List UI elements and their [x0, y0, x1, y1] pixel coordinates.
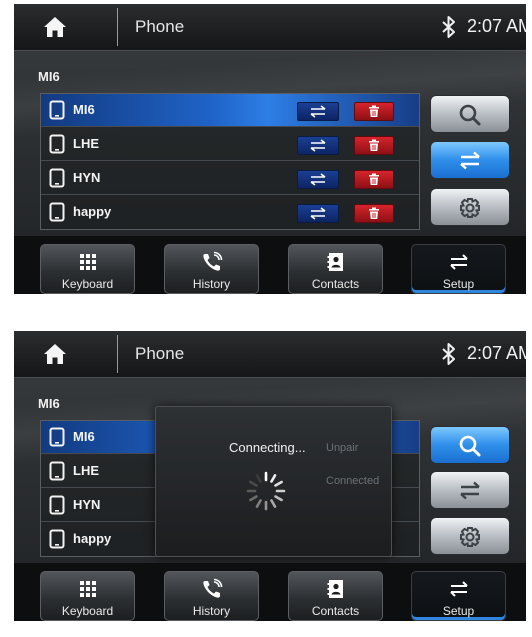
status-bar: Phone 2:07 AM [14, 331, 526, 378]
tab-label: Setup [442, 277, 475, 291]
phone-setup-screen: Phone 2:07 AM MI6 MI6 LHE HYN happy Keyb… [14, 4, 526, 294]
transfer-icon [460, 481, 480, 500]
device-label: MI6 [73, 429, 95, 444]
phone-icon [49, 168, 65, 188]
delete-button[interactable] [354, 102, 394, 121]
phone-icon [49, 495, 65, 515]
call-history-icon [203, 578, 223, 598]
device-label: happy [73, 531, 112, 546]
app-title: Phone [135, 344, 185, 363]
phone-icon [49, 202, 65, 222]
status-bar: Phone 2:07 AM [14, 4, 526, 51]
transfer-icon [450, 254, 468, 270]
tab-label: History [192, 277, 231, 291]
divider [117, 335, 118, 373]
settings-button[interactable] [430, 517, 510, 555]
device-label: LHE [73, 136, 99, 151]
contacts-icon [327, 253, 343, 271]
bottom-tab-bar: Keyboard History Contacts Setup [14, 563, 526, 621]
device-row[interactable]: LHE [41, 128, 419, 161]
phone-icon [49, 529, 65, 549]
connecting-message: Connecting... [229, 440, 306, 455]
search-icon [459, 435, 481, 457]
tab-history[interactable]: History [164, 244, 259, 294]
device-row[interactable]: MI6 [41, 94, 419, 127]
home-icon[interactable] [42, 14, 68, 40]
tab-setup[interactable]: Setup [411, 571, 506, 621]
clock: 2:07 AM [467, 343, 526, 363]
connection-button[interactable] [430, 471, 510, 509]
gear-icon [460, 527, 480, 547]
transfer-icon [460, 151, 480, 170]
connect-button[interactable] [297, 136, 339, 155]
home-icon[interactable] [42, 341, 68, 367]
delete-button[interactable] [354, 204, 394, 223]
connected-label: Connected [326, 475, 380, 487]
tab-label: Contacts [311, 604, 360, 618]
search-icon [459, 104, 481, 126]
phone-icon [49, 461, 65, 481]
loading-spinner-icon [244, 469, 288, 513]
delete-button[interactable] [354, 170, 394, 189]
phone-icon [49, 427, 65, 447]
clock: 2:07 AM [467, 16, 526, 36]
bluetooth-icon [441, 342, 457, 366]
call-history-icon [203, 251, 223, 271]
settings-button[interactable] [430, 188, 510, 226]
phone-icon [49, 100, 65, 120]
device-list: MI6 LHE HYN happy [40, 93, 420, 230]
tab-contacts[interactable]: Contacts [288, 244, 383, 294]
app-title: Phone [135, 17, 185, 36]
tab-keyboard[interactable]: Keyboard [40, 244, 135, 294]
tab-contacts[interactable]: Contacts [288, 571, 383, 621]
tab-keyboard[interactable]: Keyboard [40, 571, 135, 621]
connecting-dialog: Connecting... Unpair Connected [155, 406, 392, 557]
divider [117, 8, 118, 46]
phone-icon [49, 134, 65, 154]
connect-button[interactable] [297, 204, 339, 223]
tab-label: Setup [442, 604, 475, 618]
search-button[interactable] [430, 426, 510, 464]
device-row[interactable]: happy [41, 196, 419, 228]
bluetooth-icon [441, 15, 457, 39]
tab-label: Contacts [311, 277, 360, 291]
paired-device-label: MI6 [38, 396, 60, 411]
keypad-icon [80, 581, 96, 597]
tab-label: History [192, 604, 231, 618]
connect-button[interactable] [297, 102, 339, 121]
delete-button[interactable] [354, 136, 394, 155]
tab-label: Keyboard [61, 277, 114, 291]
tab-label: Keyboard [61, 604, 114, 618]
connect-button[interactable] [297, 170, 339, 189]
keypad-icon [80, 254, 96, 270]
tab-setup[interactable]: Setup [411, 244, 506, 294]
transfer-icon [450, 581, 468, 597]
search-button[interactable] [430, 95, 510, 133]
device-label: HYN [73, 170, 101, 185]
device-label: HYN [73, 497, 101, 512]
unpair-label: Unpair [326, 442, 359, 454]
device-label: MI6 [73, 102, 95, 117]
contacts-icon [327, 580, 343, 598]
paired-device-label: MI6 [38, 69, 60, 84]
device-row[interactable]: HYN [41, 162, 419, 195]
tab-history[interactable]: History [164, 571, 259, 621]
device-label: happy [73, 204, 112, 219]
connection-button[interactable] [430, 141, 510, 179]
device-label: LHE [73, 463, 99, 478]
gear-icon [460, 198, 480, 218]
phone-connecting-screen: Phone 2:07 AM MI6 MI6 LHE HYN happy Conn… [14, 331, 526, 621]
bottom-tab-bar: Keyboard History Contacts Setup [14, 236, 526, 294]
